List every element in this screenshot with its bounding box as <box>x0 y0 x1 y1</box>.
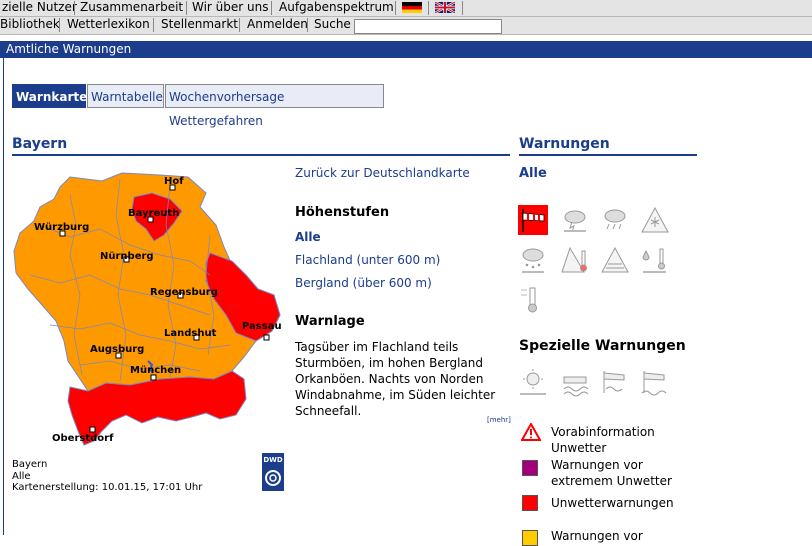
warnlage-text: Tagsüber im Flachland teils Sturmböen, i… <box>295 339 505 419</box>
pre-warning-icon <box>521 423 541 441</box>
fog-icon[interactable] <box>600 245 630 275</box>
nav-separator <box>271 1 272 15</box>
search-label: Suche <box>314 17 351 31</box>
nav-separator <box>59 18 60 32</box>
uv-icon[interactable] <box>518 367 548 397</box>
nav-wir-ueber-uns[interactable]: Wir über uns <box>192 0 269 16</box>
legend-line: Unwetter <box>551 441 607 455</box>
legend-line: Warnungen vor <box>551 529 643 543</box>
nav-separator <box>239 18 240 32</box>
mehr-link[interactable]: [mehr] <box>487 416 511 424</box>
warnlage-line: Tagsüber im Flachland teils <box>295 340 459 354</box>
snow-ice-icon[interactable] <box>640 205 670 235</box>
legend-warnung-label: Warnungen vor <box>551 528 643 544</box>
legend-warnung-swatch <box>522 530 538 546</box>
nav-zusammenarbeit[interactable]: Zusammenarbeit <box>80 0 183 16</box>
tab-warntabelle[interactable]: Warntabelle <box>87 84 164 108</box>
warnlage-heading: Warnlage <box>295 314 365 329</box>
city-marker <box>263 334 270 341</box>
sea-wind-icon[interactable] <box>640 367 670 397</box>
city-label-wuerzburg: Würzburg <box>34 222 89 233</box>
warnlage-line: Orkanböen. Nachts von Norden <box>295 372 484 386</box>
tab-warnkarte[interactable]: Warnkarte <box>12 84 87 108</box>
map-heading-rule <box>12 154 510 156</box>
city-label-muenchen: München <box>130 365 181 376</box>
page-title-bar: Amtliche Warnungen <box>0 41 812 58</box>
warnlage-line: Sturmböen, im hohen Bergland <box>295 356 483 370</box>
nav-separator <box>395 1 396 15</box>
hoehenstufe-alle[interactable]: Alle <box>295 230 321 244</box>
warnings-heading-rule <box>519 154 697 156</box>
nav-wetterlexikon[interactable]: Wetterlexikon <box>67 17 150 33</box>
tab-wochenvorhersage[interactable]: Wochenvorhersage Wettergefahren <box>165 84 384 128</box>
coastal-wind-icon[interactable] <box>560 367 590 397</box>
dwd-logo: DWD <box>262 453 284 491</box>
black-ice-icon[interactable] <box>640 245 670 275</box>
thunderstorm-icon[interactable] <box>560 205 590 235</box>
nav-separator <box>153 18 154 32</box>
nav-separator <box>74 1 75 15</box>
dwd-logo-text: DWD <box>263 456 283 464</box>
nav-separator <box>186 1 187 15</box>
hoehenstufe-flachland[interactable]: Flachland (unter 600 m) <box>295 253 440 267</box>
special-warnings-heading: Spezielle Warnungen <box>519 338 686 354</box>
german-flag-icon[interactable] <box>402 2 422 13</box>
nav-separator <box>307 18 308 32</box>
nav-separator <box>428 1 429 15</box>
nav-anmelden[interactable]: Anmelden <box>247 17 308 33</box>
legend-extreme-swatch <box>522 460 538 476</box>
back-to-germany-link[interactable]: Zurück zur Deutschlandkarte <box>295 166 470 180</box>
legend-line: Unwetterwarnungen <box>551 496 674 510</box>
map-heading: Bayern <box>12 136 68 152</box>
heat-icon[interactable] <box>518 285 548 315</box>
warnings-heading: Warnungen <box>519 136 610 152</box>
nav-spezielle-nutzer[interactable]: zielle Nutzer <box>2 0 77 16</box>
hoehenstufen-heading: Höhenstufen <box>295 205 390 220</box>
city-label-augsburg: Augsburg <box>90 344 144 355</box>
nav-aufgabenspektrum[interactable]: Aufgabenspektrum <box>279 0 394 16</box>
left-border <box>3 58 4 535</box>
city-label-landshut: Landshut <box>164 328 217 339</box>
uk-flag-icon[interactable] <box>435 2 455 13</box>
city-label-bayreuth: Bayreuth <box>128 208 179 219</box>
bayern-warning-map[interactable]: Hof Bayreuth Würzburg Nürnberg Regensbur… <box>10 165 290 450</box>
nav-separator <box>462 1 463 15</box>
storm-surge-icon[interactable] <box>600 367 630 397</box>
top-nav: zielle Nutzer Zusammenarbeit Wir über un… <box>0 0 812 17</box>
legend-extreme-label: Warnungen vor extremem Unwetter <box>551 457 672 489</box>
legend-line: Warnungen vor <box>551 458 643 472</box>
hoehenstufe-bergland[interactable]: Bergland (über 600 m) <box>295 276 432 290</box>
nav-bibliothek[interactable]: Bibliothek <box>0 17 60 33</box>
city-label-oberstdorf: Oberstdorf <box>52 433 114 444</box>
rain-icon[interactable] <box>600 205 630 235</box>
city-label-passau: Passau <box>242 321 282 332</box>
map-caption-timestamp: Kartenerstellung: 10.01.15, 17:01 Uhr <box>12 482 203 493</box>
legend-line: Vorabinformation <box>551 425 655 439</box>
warnings-all[interactable]: Alle <box>519 166 547 181</box>
city-marker <box>89 426 96 433</box>
map-caption-region: Bayern <box>12 459 48 470</box>
secondary-nav: Bibliothek Wetterlexikon Stellenmarkt An… <box>0 17 812 35</box>
frost-icon[interactable] <box>560 245 590 275</box>
warnlage-line: Windabnahme, im Süden leichter <box>295 388 496 402</box>
wind-warning-icon[interactable] <box>518 205 548 235</box>
legend-unwetter-label: Unwetterwarnungen <box>551 495 674 511</box>
city-label-hof: Hof <box>164 176 184 187</box>
warnlage-line: Schneefall. <box>295 404 362 418</box>
legend-line: extremem Unwetter <box>551 474 672 488</box>
legend-pre-warning-label: Vorabinformation Unwetter <box>551 424 655 456</box>
legend-unwetter-swatch <box>522 495 538 511</box>
nav-stellenmarkt[interactable]: Stellenmarkt <box>161 17 238 33</box>
snowfall-icon[interactable] <box>518 245 548 275</box>
city-label-regensburg: Regensburg <box>150 287 218 298</box>
page-title: Amtliche Warnungen <box>6 42 132 56</box>
search-input[interactable] <box>354 19 502 34</box>
city-label-nuernberg: Nürnberg <box>100 251 154 262</box>
